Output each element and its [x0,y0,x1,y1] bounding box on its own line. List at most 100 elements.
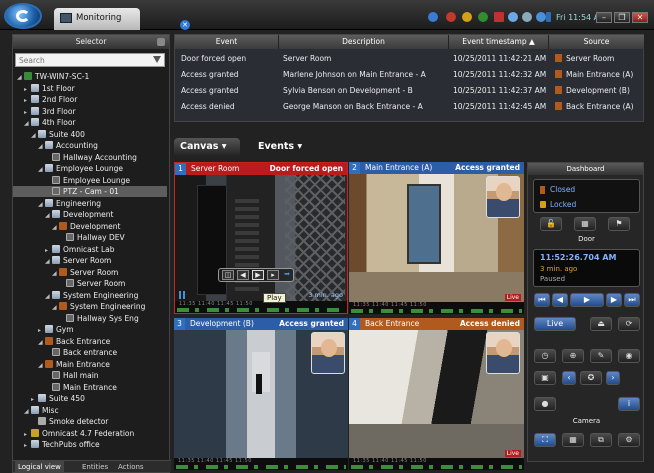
tree-item[interactable]: Hallway Sys Eng [59,313,139,324]
expand-arrow-icon[interactable]: ▸ [24,440,31,451]
settings-button[interactable]: ⚙ [618,433,640,447]
tile-pattern-button[interactable]: ▦ [562,433,584,447]
card-icon[interactable] [494,12,504,22]
tree-item[interactable]: ◢ Suite 400 [31,129,85,140]
tree-item[interactable]: ◢ 4th Floor [24,117,76,128]
play-icon[interactable]: ▶ [252,270,264,280]
loop-button[interactable]: ⟳ [618,317,640,331]
tab-canvas[interactable]: Canvas ▾ [174,138,240,156]
expand-arrow-icon[interactable]: ▸ [24,95,31,106]
tab-logical-view[interactable]: Logical view [15,461,64,473]
close-tab-icon[interactable]: ✕ [180,20,190,30]
collapse-arrow-icon[interactable]: ◢ [52,302,59,313]
snapshot-button[interactable]: ◉ [618,349,640,363]
tree-item[interactable]: ◢ System Engineering [45,290,138,301]
tree-item[interactable]: ◢ Misc [24,405,59,416]
expand-arrow-icon[interactable]: ▸ [31,394,38,405]
door-override-button[interactable]: ⚑ [608,217,630,231]
clock-button[interactable]: ◷ [534,349,556,363]
tree-item[interactable]: ▸ 2nd Floor [24,94,77,105]
column-header-description[interactable]: Description [279,35,449,49]
column-header-timestamp[interactable]: Event timestamp ▲ [449,35,549,49]
notification-icon[interactable] [428,12,438,22]
tree-item[interactable]: Hallway Accounting [45,152,137,163]
filter-icon[interactable] [153,56,161,63]
table-row[interactable]: Door forced open Server Room 10/25/2011 11… [175,51,645,67]
tab-entities[interactable]: Entities [79,461,111,473]
video-tile-4[interactable]: 4 Back Entrance Access denied Live 11:35… [349,318,524,470]
column-header-source[interactable]: Source [549,35,645,49]
collapse-arrow-icon[interactable]: ◢ [38,141,45,152]
expand-arrow-icon[interactable]: ▸ [38,325,45,336]
expand-arrow-icon[interactable]: ▸ [24,84,31,95]
tree-item[interactable]: Server Room [59,278,125,289]
step-forward-icon[interactable]: ▸ [267,270,279,280]
alarm-icon[interactable] [446,12,456,22]
collapse-arrow-icon[interactable]: ◢ [45,210,52,221]
tree-item[interactable]: ▸ 1st Floor [24,83,75,94]
security-center-logo[interactable] [4,3,42,29]
ptz-left-button[interactable]: ‹ [562,371,576,385]
tree-item[interactable]: ▸ Gym [38,324,74,335]
tree-item[interactable]: Employee Lounge [45,175,130,186]
collapse-arrow-icon[interactable]: ◢ [31,130,38,141]
camera-sequence-button[interactable]: ⧉ [590,433,612,447]
pause-icon[interactable] [179,291,185,299]
collapse-arrow-icon[interactable]: ◢ [38,337,45,348]
tile-timeline[interactable]: 11:35 11:40 11:45 11:50 [174,458,348,470]
tile-timeline[interactable]: 11:35 11:40 11:45 11:50 [349,302,524,314]
tree-item[interactable]: ▸ Suite 450 [31,393,85,404]
tree-item[interactable]: ◢ Server Room [52,267,118,278]
minimize-button[interactable]: – [596,12,612,23]
tab-actions[interactable]: Actions [115,461,147,473]
phone-icon[interactable] [546,12,551,22]
close-window-button[interactable]: ✕ [632,12,648,23]
rewind-icon[interactable]: ◀ [237,270,249,280]
collapse-arrow-icon[interactable]: ◢ [24,406,31,417]
eject-button[interactable]: ⏏ [590,317,612,331]
jump-live-icon[interactable]: ➡ [281,270,293,280]
tree-item[interactable]: ▸ 3rd Floor [24,106,76,117]
tree-item[interactable]: ◢ Accounting [38,140,98,151]
pin-icon[interactable] [157,38,165,46]
ptz-button[interactable]: ▣ [534,371,556,385]
tab-monitoring[interactable]: Monitoring ✕ [54,8,190,30]
collapse-arrow-icon[interactable]: ◢ [38,199,45,210]
search-input[interactable] [16,54,146,66]
forward-button[interactable]: ▶ [606,293,622,307]
collapse-arrow-icon[interactable]: ◢ [45,291,52,302]
tree-item[interactable]: ◢ Main Entrance [38,359,110,370]
video-tile-1[interactable]: 1 Server Room Door forced open 11:35 11:… [174,162,348,314]
video-tile-3[interactable]: 3 Development (B) Access granted 11:35 1… [174,318,348,470]
tree-item[interactable]: ◢ Server Room [45,255,111,266]
collapse-arrow-icon[interactable]: ◢ [45,256,52,267]
tile-timeline[interactable]: 11:35 11:40 11:45 11:50 [349,458,524,470]
tree-item[interactable]: ◢ Development [52,221,121,232]
tree-item[interactable]: Hallway DEV [59,232,125,243]
tree-item[interactable]: ◢ Employee Lounge [38,163,123,174]
collapse-arrow-icon[interactable]: ◢ [52,222,59,233]
maximize-button[interactable]: ❐ [614,12,630,23]
expand-arrow-icon[interactable]: ▸ [45,245,52,256]
table-row[interactable]: Access denied George Manson on Back Entra… [175,99,645,115]
rewind-button[interactable]: ◀ [552,293,568,307]
camera-info-button[interactable]: i [618,397,640,411]
ptz-home-button[interactable]: ✪ [580,371,602,385]
collapse-arrow-icon[interactable]: ◢ [52,268,59,279]
tab-events[interactable]: Events ▾ [254,138,314,156]
expand-arrow-icon[interactable]: ▸ [24,429,31,440]
tree-item[interactable]: ◢ Engineering [38,198,101,209]
skip-end-button[interactable]: ⏭ [624,293,640,307]
door-info-button[interactable]: ▦ [574,217,596,231]
fullscreen-button[interactable]: ⛶ [534,433,556,447]
tree-item[interactable]: ▸ Omnicast Lab [45,244,115,255]
tile-timeline[interactable]: 11:35 11:40 11:45 11:50 [175,301,347,313]
tree-item[interactable]: ◢ TW-WIN7-SC-1 [17,71,89,82]
tree-item[interactable]: ▸ Omnicast 4.7 Federation [24,428,134,439]
tree-item[interactable]: ◢ System Engineering [52,301,145,312]
play-button[interactable]: ▶ [570,293,604,307]
health-icon[interactable] [478,12,488,22]
record-button[interactable]: ● [534,397,556,411]
warning-icon[interactable] [462,12,472,22]
tree-item[interactable]: Hall main [45,370,99,381]
